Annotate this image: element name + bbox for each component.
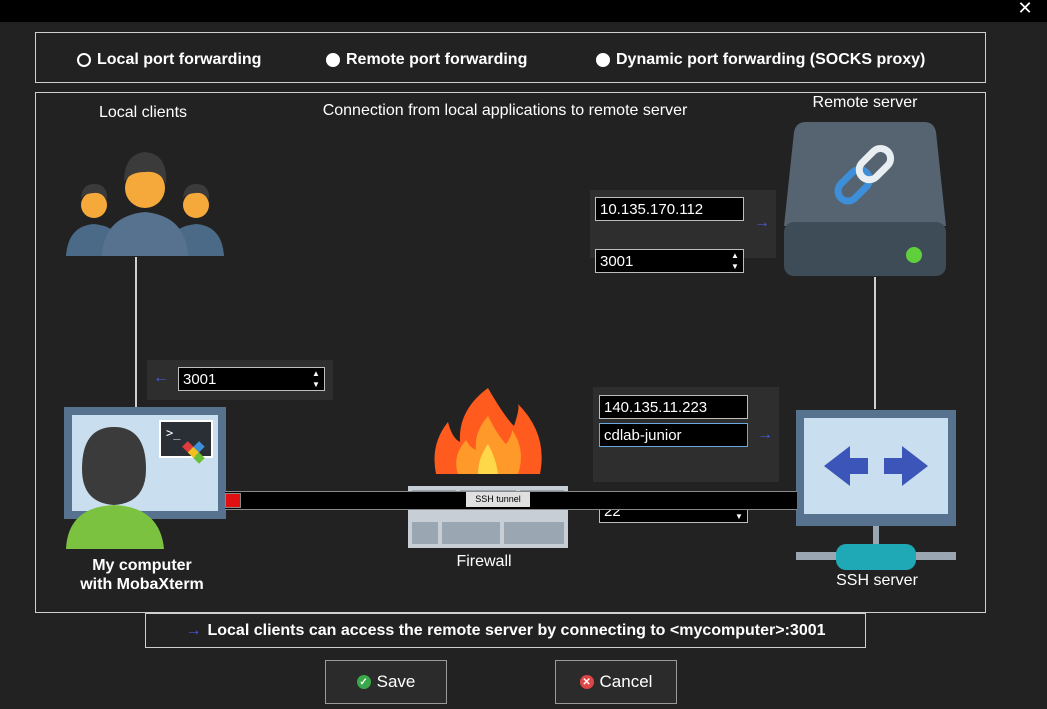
remote-server-icon <box>784 122 946 276</box>
close-button[interactable]: ✕ <box>1015 0 1035 18</box>
ssh-server-label: SSH server <box>836 572 918 589</box>
cancel-button[interactable]: ✕ Cancel <box>555 660 677 704</box>
local-clients-label: Local clients <box>98 104 188 121</box>
my-computer-icon: >_ <box>64 407 226 549</box>
my-computer-label-line2: with MobaXterm <box>80 576 204 593</box>
title-bar <box>0 0 1047 22</box>
tunnel-end-marker <box>225 493 241 508</box>
arrow-right-icon: → <box>754 214 770 231</box>
info-box: → Local clients can access the remote se… <box>145 613 866 648</box>
local-port-stepper[interactable]: ▲▼ <box>178 367 325 391</box>
radio-remote-port-forwarding[interactable]: Remote port forwarding <box>326 51 527 69</box>
save-button-label: Save <box>376 672 416 691</box>
cancel-icon: ✕ <box>579 675 594 689</box>
radio-selected-icon <box>77 53 91 67</box>
diagram-caption: Connection from local applications to re… <box>322 102 688 119</box>
check-icon: ✓ <box>356 675 371 689</box>
local-port-input[interactable] <box>178 367 325 391</box>
ssh-server-icon <box>796 410 956 570</box>
info-text: Local clients can access the remote serv… <box>207 621 826 639</box>
firewall-label: Firewall <box>456 553 512 570</box>
remote-port-stepper[interactable]: ▲▼ <box>595 249 744 273</box>
svg-text:>_: >_ <box>166 426 181 440</box>
ssh-user-input[interactable] <box>599 423 748 447</box>
ssh-tunnel-label: SSH tunnel <box>466 492 530 507</box>
arrow-right-icon: → <box>757 426 773 443</box>
radio-dynamic-port-forwarding[interactable]: Dynamic port forwarding (SOCKS proxy) <box>596 51 925 69</box>
radio-local-port-forwarding[interactable]: Local port forwarding <box>77 51 261 69</box>
remote-host-input[interactable] <box>595 197 744 221</box>
my-computer-label-line1: My computer <box>92 557 192 574</box>
remote-server-label: Remote server <box>812 94 918 111</box>
radio-icon <box>326 53 340 67</box>
firewall-icon <box>408 388 568 548</box>
ssh-host-input[interactable] <box>599 395 748 419</box>
connector-line <box>135 257 137 408</box>
users-icon <box>64 140 226 258</box>
connector-line <box>874 277 876 409</box>
arrow-right-icon: → <box>185 621 202 639</box>
radio-label: Remote port forwarding <box>346 51 528 68</box>
arrow-left-icon: ← <box>153 369 169 386</box>
radio-icon <box>596 53 610 67</box>
radio-label: Dynamic port forwarding (SOCKS proxy) <box>616 51 926 68</box>
save-button[interactable]: ✓ Save <box>325 660 447 704</box>
cancel-button-label: Cancel <box>599 672 653 691</box>
remote-port-input[interactable] <box>595 249 744 273</box>
radio-label: Local port forwarding <box>97 51 262 68</box>
